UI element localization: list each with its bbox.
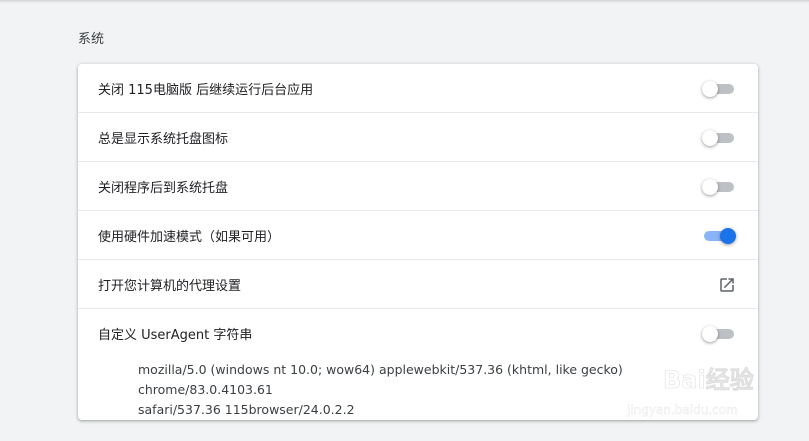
- section-title: 系统: [78, 32, 105, 47]
- useragent-string: mozilla/5.0 (windows nt 10.0; wow64) app…: [138, 360, 728, 420]
- setting-label: 使用硬件加速模式（如果可用）: [98, 230, 281, 245]
- setting-label: 总是显示系统托盘图标: [98, 132, 229, 147]
- hardware-acceleration-toggle[interactable]: [702, 226, 736, 246]
- toggle-knob: [702, 325, 718, 342]
- open-in-new-icon[interactable]: [718, 276, 736, 294]
- setting-label: 自定义 UserAgent 字符串: [98, 328, 253, 343]
- close-to-tray-toggle[interactable]: [702, 177, 736, 197]
- settings-card: 关闭 115电脑版 后继续运行后台应用 总是显示系统托盘图标 关闭程序后到系统托…: [78, 64, 758, 420]
- setting-row-run-in-background: 关闭 115电脑版 后继续运行后台应用: [78, 64, 758, 113]
- setting-label: 关闭程序后到系统托盘: [98, 181, 229, 196]
- always-show-tray-icon-toggle[interactable]: [702, 128, 736, 148]
- useragent-line: safari/537.36 115browser/24.0.2.2: [138, 402, 355, 417]
- toggle-knob: [702, 178, 718, 195]
- setting-row-custom-useragent: 自定义 UserAgent 字符串: [78, 308, 758, 358]
- top-shadow: [0, 0, 809, 3]
- setting-row-hardware-acceleration: 使用硬件加速模式（如果可用）: [78, 210, 758, 260]
- setting-row-proxy-settings[interactable]: 打开您计算机的代理设置: [78, 259, 758, 309]
- custom-useragent-toggle[interactable]: [702, 324, 736, 344]
- setting-row-close-to-tray: 关闭程序后到系统托盘: [78, 161, 758, 211]
- useragent-line: mozilla/5.0 (windows nt 10.0; wow64) app…: [138, 362, 623, 397]
- toggle-knob: [720, 227, 736, 244]
- toggle-knob: [702, 129, 718, 146]
- setting-label: 打开您计算机的代理设置: [98, 279, 242, 294]
- toggle-knob: [702, 80, 718, 97]
- setting-row-tray-icon: 总是显示系统托盘图标: [78, 112, 758, 162]
- setting-label: 关闭 115电脑版 后继续运行后台应用: [98, 83, 314, 98]
- run-in-background-toggle[interactable]: [702, 79, 736, 99]
